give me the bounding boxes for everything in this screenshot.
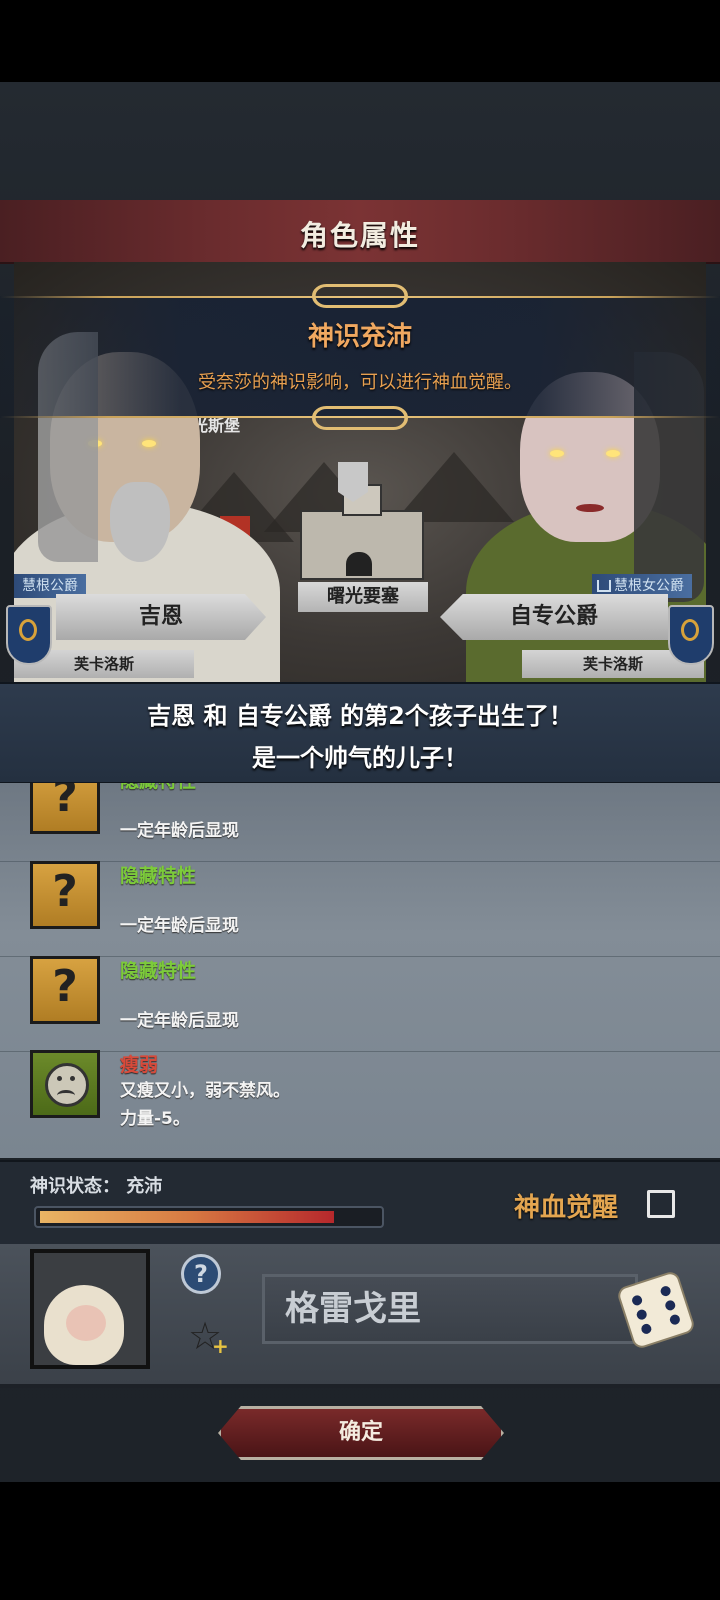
divine-status-bar — [34, 1206, 384, 1228]
trait-name: 隐藏特性 — [120, 960, 197, 982]
divine-status-bar-fill — [40, 1211, 334, 1223]
question-icon: ? — [30, 861, 100, 929]
baby-icon — [44, 1285, 124, 1365]
trait-name: 隐藏特性 — [120, 865, 197, 887]
trait-desc: 一定年龄后显现 — [120, 821, 239, 841]
question-circle-icon[interactable]: ? — [181, 1254, 221, 1294]
question-icon: ? — [30, 783, 100, 834]
page-title: 角色属性 — [299, 219, 420, 252]
fortress-icon — [300, 484, 424, 580]
mother-lips — [576, 504, 604, 512]
trait-row[interactable]: 瘦弱 又瘦又小，弱不禁风。 力量-5。 — [0, 1050, 720, 1145]
house-marker-icon — [597, 580, 611, 592]
child-name-field[interactable]: 格雷戈里 — [262, 1274, 638, 1344]
father-name-plate: 吉恩 — [56, 594, 266, 640]
plus-icon: + — [212, 1334, 229, 1358]
banner-title: 神识充沛 — [307, 322, 412, 352]
fortress-gate — [346, 552, 372, 576]
house-shield-icon — [6, 605, 52, 665]
trait-list[interactable]: ? 隐藏特性 一定年龄后显现 ? 隐藏特性 一定年龄后显现 ? 隐藏特性 一定年… — [0, 783, 720, 1158]
awaken-checkbox[interactable] — [647, 1190, 675, 1218]
announcement-line-1: 吉恩 和 自专公爵 的第2个孩子出生了！ — [147, 702, 573, 730]
bottom-bar — [0, 1484, 720, 1600]
trait-effect: 力量-5。 — [120, 1109, 190, 1129]
ornament-knot-icon — [312, 406, 408, 430]
awaken-label: 神血觉醒 — [514, 1193, 619, 1223]
glowing-eye-icon — [606, 450, 620, 457]
trait-row[interactable]: ? 隐藏特性 一定年龄后显现 — [0, 861, 720, 957]
announcement-line-2: 是一个帅气的儿子！ — [252, 744, 468, 772]
trait-name: 隐藏特性 — [120, 783, 196, 793]
glowing-eye-icon — [550, 450, 564, 457]
trait-desc: 一定年龄后显现 — [120, 916, 239, 936]
trait-row[interactable]: ? 隐藏特性 一定年龄后显现 — [0, 783, 720, 862]
mother-title-text: 慧根女公爵 — [614, 578, 684, 594]
fortress-label: 曙光要塞 — [298, 582, 428, 612]
ornament-knot-icon — [312, 284, 408, 308]
confirm-button[interactable]: 确定 — [218, 1406, 504, 1460]
father-beard — [110, 482, 170, 562]
child-portrait[interactable] — [30, 1249, 150, 1369]
glowing-eye-icon — [142, 440, 156, 447]
trait-desc: 又瘦又小，弱不禁风。 — [120, 1081, 290, 1101]
sad-face-icon — [30, 1050, 100, 1118]
trait-desc: 一定年龄后显现 — [120, 1011, 239, 1031]
notice-banner — [0, 296, 720, 418]
question-icon: ? — [30, 956, 100, 1024]
mother-name-plate: 自专公爵 — [440, 594, 668, 640]
banner-subtitle: 受奈莎的神识影响，可以进行神血觉醒。 — [198, 372, 522, 393]
trait-row[interactable]: ? 隐藏特性 一定年龄后显现 — [0, 956, 720, 1052]
trait-name: 瘦弱 — [120, 1054, 159, 1076]
house-shield-icon — [668, 605, 714, 665]
divine-status-label: 神识状态： 充沛 — [30, 1176, 163, 1197]
